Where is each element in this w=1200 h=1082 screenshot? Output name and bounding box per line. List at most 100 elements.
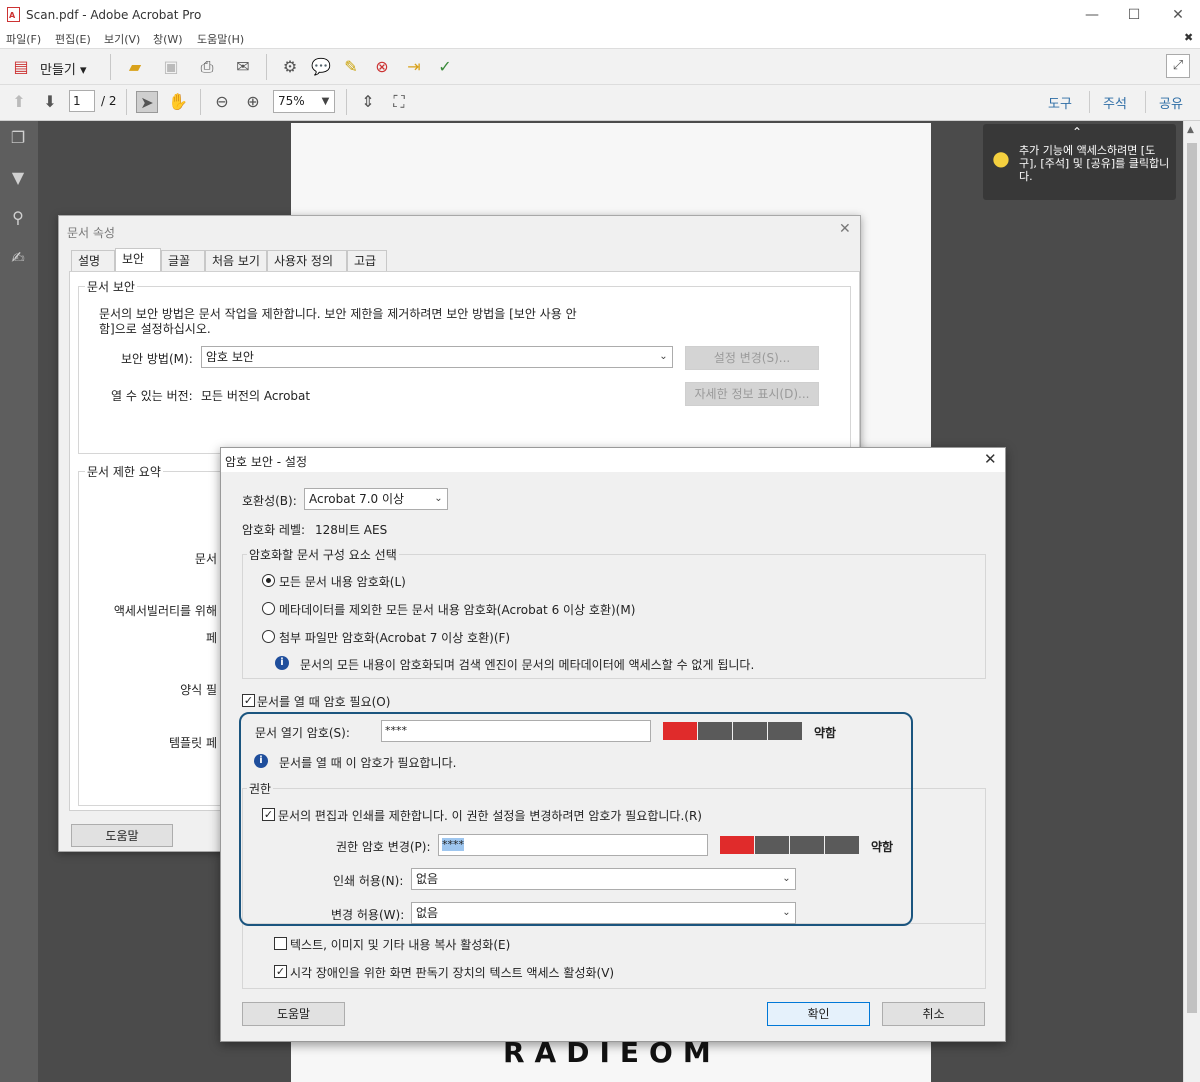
zoom-select[interactable]: 75% ▼ — [273, 90, 335, 113]
redact-icon[interactable]: ⊗ — [371, 56, 393, 78]
radio-encrypt-all[interactable] — [262, 574, 275, 587]
encryption-level-value: 128비트 AES — [315, 523, 388, 537]
hand-tool-icon[interactable]: ✋ — [167, 91, 189, 113]
group-title: 암호화할 문서 구성 요소 선택 — [247, 546, 399, 563]
navigation-pane: ❐ ▼ ⚲ ✍ — [0, 121, 38, 1082]
highlight-annotation-box — [239, 712, 913, 926]
zoom-value: 75% — [278, 94, 305, 108]
bookmark-icon[interactable]: ▼ — [7, 167, 29, 189]
zoom-out-icon[interactable]: ⊖ — [211, 91, 233, 113]
security-method-value: 암호 보안 — [206, 350, 254, 364]
close-icon[interactable]: ✕ — [839, 221, 851, 237]
summary-row-label: 문서 — [194, 552, 217, 566]
attachment-icon[interactable]: ⚲ — [7, 207, 29, 229]
page-number-input[interactable]: 1 — [69, 90, 95, 112]
help-button[interactable]: 도움말 — [71, 824, 173, 847]
radio-encrypt-attachments-label[interactable]: 첨부 파일만 암호화(Acrobat 7 이상 호환)(F) — [279, 629, 510, 646]
fit-page-icon[interactable]: ⛶ — [388, 91, 410, 113]
fit-width-icon[interactable]: ⇕ — [357, 91, 379, 113]
dialog-title: 암호 보안 - 설정 — [225, 455, 308, 469]
permissions-group-extension — [242, 924, 986, 989]
page-thumbnails-icon[interactable]: ❐ — [7, 127, 29, 149]
tab-strip: 설명 보안 글꼴 처음 보기 사용자 정의 고급 — [71, 248, 861, 272]
lightbulb-icon: ● — [992, 146, 1010, 170]
radio-encrypt-all-label[interactable]: 모든 문서 내용 암호화(L) — [279, 573, 406, 590]
menu-window[interactable]: 창(W) — [153, 31, 183, 47]
radio-encrypt-except-metadata-label[interactable]: 메타데이터를 제외한 모든 문서 내용 암호화(Acrobat 6 이상 호환)… — [279, 601, 635, 618]
toolbar-divider — [266, 54, 267, 80]
tab-custom[interactable]: 사용자 정의 — [267, 250, 347, 271]
print-icon[interactable]: ⎙ — [196, 56, 218, 78]
pdf-app-icon: A — [7, 7, 20, 22]
share-link[interactable]: 공유 — [1159, 93, 1183, 112]
scrollbar-thumb[interactable] — [1187, 143, 1197, 1013]
create-pdf-icon[interactable]: ▤ — [10, 56, 32, 78]
radio-encrypt-attachments[interactable] — [262, 630, 275, 643]
menu-edit[interactable]: 편집(E) — [55, 31, 91, 47]
title-bar: A Scan.pdf - Adobe Acrobat Pro — ☐ ✕ — [0, 0, 1200, 30]
menu-bar: 파일(F) 편집(E) 보기(V) 창(W) 도움말(H) ✖ — [0, 30, 1200, 48]
maximize-button[interactable]: ☐ — [1114, 4, 1154, 26]
dialog-titlebar: 암호 보안 - 설정 ✕ — [221, 448, 1005, 472]
create-button[interactable]: 만들기 ▾ — [40, 59, 87, 78]
security-method-label: 보안 방법(M): — [121, 352, 193, 366]
main-toolbar: ▤ 만들기 ▾ ▰ ▣ ⎙ ✉ ⚙ 💬 ✎ ⊗ ⇥ ✓ ⤢ — [0, 48, 1200, 85]
link-divider — [1145, 91, 1146, 113]
review-icon[interactable]: ✓ — [434, 56, 456, 78]
vertical-scrollbar[interactable]: ▲ — [1183, 121, 1200, 1082]
version-value: 모든 버전의 Acrobat — [201, 389, 311, 403]
open-folder-icon[interactable]: ▰ — [124, 56, 146, 78]
tools-link[interactable]: 도구 — [1048, 93, 1072, 112]
menu-help[interactable]: 도움말(H) — [197, 31, 244, 47]
toolbar-divider — [200, 89, 201, 115]
menu-view[interactable]: 보기(V) — [104, 31, 140, 47]
help-button[interactable]: 도움말 — [242, 1002, 345, 1026]
comment-icon[interactable]: 💬 — [310, 56, 332, 78]
close-doc-icon[interactable]: ✖ — [1184, 31, 1193, 44]
minimize-button[interactable]: — — [1072, 4, 1112, 26]
tab-security[interactable]: 보안 — [115, 248, 161, 272]
menu-file[interactable]: 파일(F) — [6, 31, 41, 47]
tooltip-bubble: ⌃ ● 추가 기능에 액세스하려면 [도구], [주석] 및 [공유]를 클릭합… — [983, 124, 1176, 200]
tab-initial-view[interactable]: 처음 보기 — [205, 250, 267, 271]
toolbar-divider — [110, 54, 111, 80]
page-up-icon[interactable]: ⬆ — [8, 91, 30, 113]
encrypt-components-group: 암호화할 문서 구성 요소 선택 모든 문서 내용 암호화(L) 메타데이터를 … — [242, 546, 986, 679]
settings-gear-icon[interactable]: ⚙ — [279, 56, 301, 78]
scroll-up-icon[interactable]: ▲ — [1187, 125, 1194, 135]
radio-encrypt-except-metadata[interactable] — [262, 602, 275, 615]
security-method-select[interactable]: 암호 보안 ⌄ — [201, 346, 673, 368]
summary-row-label: 액세서빌러티를 위해 — [113, 604, 217, 618]
tab-description[interactable]: 설명 — [71, 250, 115, 271]
expand-icon[interactable]: ⤢ — [1166, 54, 1190, 78]
cancel-button[interactable]: 취소 — [882, 1002, 985, 1026]
save-icon[interactable]: ▣ — [160, 56, 182, 78]
require-open-password-label[interactable]: 문서를 열 때 암호 필요(O) — [257, 693, 390, 710]
close-window-button[interactable]: ✕ — [1158, 4, 1198, 26]
watermark-text: RADIEOM — [503, 1036, 721, 1069]
tab-fonts[interactable]: 글꼴 — [161, 250, 205, 271]
ok-button[interactable]: 확인 — [767, 1002, 870, 1026]
require-open-password-checkbox[interactable]: ✓ — [242, 694, 255, 707]
show-details-button[interactable]: 자세한 정보 표시(D)... — [685, 382, 819, 406]
page-down-icon[interactable]: ⬇ — [39, 91, 61, 113]
highlight-pen-icon[interactable]: ✎ — [340, 56, 362, 78]
signature-icon[interactable]: ✍ — [7, 247, 29, 269]
window-title: Scan.pdf - Adobe Acrobat Pro — [26, 8, 202, 22]
info-icon: i — [275, 656, 289, 670]
email-icon[interactable]: ✉ — [232, 56, 254, 78]
export-icon[interactable]: ⇥ — [403, 56, 425, 78]
summary-row-label: 템플릿 페 — [169, 736, 217, 750]
change-settings-button[interactable]: 설정 변경(S)... — [685, 346, 819, 370]
group-title: 문서 보안 — [85, 278, 137, 295]
page-total: / 2 — [101, 94, 117, 108]
compatibility-select[interactable]: Acrobat 7.0 이상 ⌄ — [304, 488, 448, 510]
compatibility-value: Acrobat 7.0 이상 — [309, 492, 405, 506]
tooltip-text: 추가 기능에 액세스하려면 [도구], [주석] 및 [공유]를 클릭합니다. — [1019, 144, 1170, 183]
comment-link[interactable]: 주석 — [1103, 93, 1127, 112]
zoom-in-icon[interactable]: ⊕ — [242, 91, 264, 113]
close-icon[interactable]: ✕ — [984, 450, 997, 468]
select-cursor-icon[interactable]: ➤ — [136, 91, 158, 113]
tab-advanced[interactable]: 고급 — [347, 250, 387, 271]
chevron-down-icon: ⌄ — [434, 493, 443, 504]
